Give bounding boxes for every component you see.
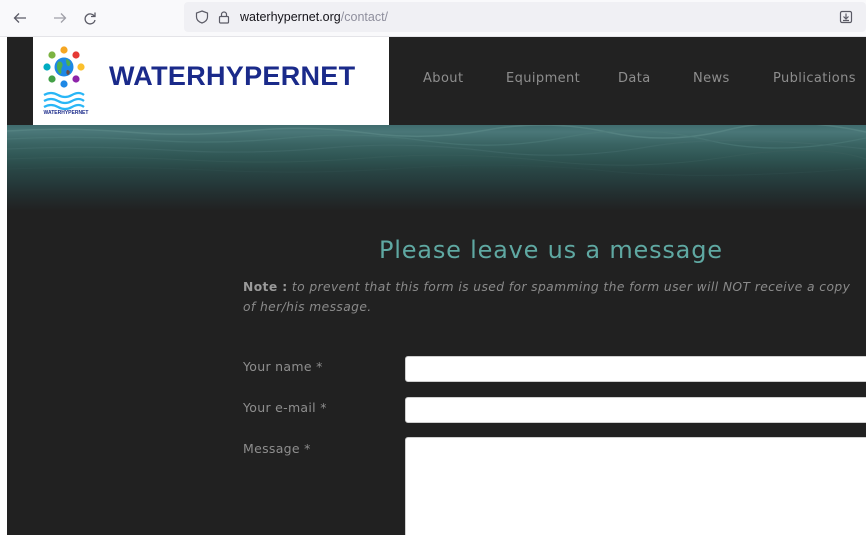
url-text[interactable]: waterhypernet.org/contact/ xyxy=(240,9,388,25)
note-text: to prevent that this form is used for sp… xyxy=(243,280,851,314)
spam-note: Note : to prevent that this form is used… xyxy=(243,277,866,317)
tracking-protection-shield-icon[interactable] xyxy=(194,9,210,25)
nav-item-publications[interactable]: Publications xyxy=(773,71,856,86)
browser-toolbar: waterhypernet.org/contact/ xyxy=(0,0,866,37)
site-header: WATERHYPERNET WATERHYPERNET About Equipm… xyxy=(7,37,866,125)
site-body: WATERHYPERNET WATERHYPERNET About Equipm… xyxy=(7,37,866,535)
hero-water-banner xyxy=(7,125,866,211)
name-field[interactable] xyxy=(405,356,866,382)
email-label: Your e-mail * xyxy=(243,400,327,415)
nav-item-about[interactable]: About xyxy=(423,71,463,86)
download-save-icon[interactable] xyxy=(839,9,853,24)
lock-icon[interactable] xyxy=(216,9,232,25)
globe-logo-icon xyxy=(43,46,85,111)
email-field[interactable] xyxy=(405,397,866,423)
nav-item-equipment[interactable]: Equipment xyxy=(506,71,580,86)
name-label: Your name * xyxy=(243,359,323,374)
forward-arrow-icon[interactable] xyxy=(48,6,72,30)
message-field[interactable] xyxy=(405,437,866,535)
url-host: waterhypernet.org xyxy=(240,10,341,24)
url-path: /contact/ xyxy=(340,10,389,24)
water-texture xyxy=(7,125,866,176)
nav-item-data[interactable]: Data xyxy=(618,71,651,86)
page-viewport: WATERHYPERNET WATERHYPERNET About Equipm… xyxy=(0,37,866,535)
logo-title: WATERHYPERNET xyxy=(109,61,356,91)
back-arrow-icon[interactable] xyxy=(8,6,32,30)
nav-item-news[interactable]: News xyxy=(693,71,730,86)
url-bar[interactable]: waterhypernet.org/contact/ xyxy=(184,2,866,32)
site-logo[interactable]: WATERHYPERNET WATERHYPERNET xyxy=(33,37,389,125)
contact-heading: Please leave us a message xyxy=(379,236,723,264)
message-label: Message * xyxy=(243,441,311,456)
note-label: Note : xyxy=(243,280,288,294)
logo-small-text: WATERHYPERNET xyxy=(43,110,89,116)
reload-icon[interactable] xyxy=(78,6,102,30)
